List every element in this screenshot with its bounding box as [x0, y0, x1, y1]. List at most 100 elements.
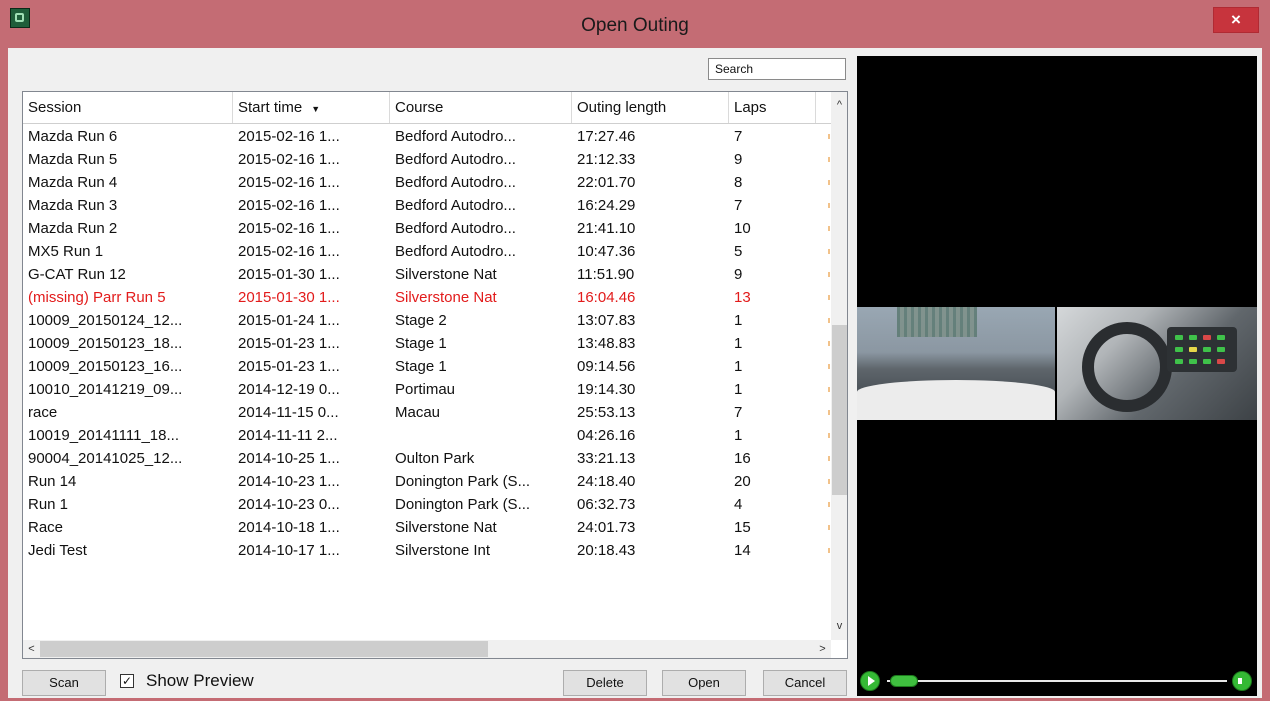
delete-button[interactable]: Delete: [563, 670, 647, 696]
table-row[interactable]: Mazda Run 5 2015-02-16 1... Bedford Autodr…: [23, 148, 831, 171]
table-row[interactable]: Run 14 2014-10-23 1... Donington Park (S..…: [23, 470, 831, 493]
table-row[interactable]: 10009_20150123_18... 2015-01-23 1... Stage…: [23, 332, 831, 355]
cell-course: Bedford Autodro...: [395, 243, 516, 260]
cell-session: Race: [28, 519, 64, 536]
table-row[interactable]: MX5 Run 1 2015-02-16 1... Bedford Autodro.…: [23, 240, 831, 263]
truncated-column-marker: [828, 272, 830, 277]
seek-track[interactable]: [887, 680, 1227, 682]
scroll-left-icon[interactable]: <: [23, 640, 40, 658]
volume-icon[interactable]: [1232, 671, 1252, 691]
scan-button[interactable]: Scan: [22, 670, 106, 696]
cell-outing-length: 16:24.29: [577, 197, 636, 214]
horizontal-scroll-thumb[interactable]: [40, 641, 488, 657]
truncated-column-marker: [828, 387, 830, 392]
table-row[interactable]: 10009_20150123_16... 2015-01-23 1... Stage…: [23, 355, 831, 378]
cell-outing-length: 04:26.16: [577, 427, 636, 444]
column-header-session[interactable]: Session: [23, 92, 233, 123]
cockpit-camera-frame: [1057, 307, 1257, 420]
seek-handle[interactable]: [890, 675, 918, 687]
scroll-right-icon[interactable]: >: [814, 640, 831, 658]
scroll-up-icon[interactable]: ^: [831, 97, 847, 114]
column-header-course[interactable]: Course: [390, 92, 572, 123]
truncated-column-marker: [828, 157, 830, 162]
cell-course: Portimau: [395, 381, 456, 398]
cell-session: 90004_20141025_12...: [28, 450, 183, 467]
cell-start-time: 2015-02-16 1...: [238, 197, 340, 214]
cell-session: G-CAT Run 12: [28, 266, 126, 283]
grandstand: [897, 307, 977, 337]
cancel-button[interactable]: Cancel: [763, 670, 847, 696]
cell-laps: 9: [734, 151, 743, 168]
cell-start-time: 2015-02-16 1...: [238, 243, 340, 260]
cell-laps: 1: [734, 427, 743, 444]
open-button[interactable]: Open: [662, 670, 746, 696]
table-header: Session Start time ▼ Course Outing length…: [23, 92, 831, 124]
table-row[interactable]: Race 2014-10-18 1... Silverstone Nat 24:01.…: [23, 516, 831, 539]
table-row[interactable]: G-CAT Run 12 2015-01-30 1... Silverstone N…: [23, 263, 831, 286]
cell-outing-length: 20:18.43: [577, 542, 636, 559]
cell-outing-length: 10:47.36: [577, 243, 636, 260]
table-row[interactable]: 90004_20141025_12... 2014-10-25 1... Oulto…: [23, 447, 831, 470]
cell-laps: 14: [734, 542, 751, 559]
truncated-column-marker: [828, 203, 830, 208]
horizontal-scrollbar[interactable]: < >: [23, 640, 831, 658]
cell-start-time: 2014-10-18 1...: [238, 519, 340, 536]
table-row[interactable]: Mazda Run 6 2015-02-16 1... Bedford Autodr…: [23, 125, 831, 148]
column-header-laps[interactable]: Laps: [729, 92, 816, 123]
table-row[interactable]: 10019_20141111_18... 2014-11-11 2... 04:26…: [23, 424, 831, 447]
cell-start-time: 2014-10-23 0...: [238, 496, 340, 513]
cell-laps: 4: [734, 496, 743, 513]
table-row[interactable]: (missing) Parr Run 5 2015-01-30 1... Silve…: [23, 286, 831, 309]
scroll-down-icon[interactable]: v: [831, 618, 847, 635]
cell-laps: 13: [734, 289, 751, 306]
table-row[interactable]: Run 1 2014-10-23 0... Donington Park (S...…: [23, 493, 831, 516]
cell-start-time: 2015-02-16 1...: [238, 128, 340, 145]
cell-outing-length: 11:51.90: [577, 266, 635, 283]
cell-course: Donington Park (S...: [395, 473, 531, 490]
cell-outing-length: 13:07.83: [577, 312, 636, 329]
cell-session: 10009_20150124_12...: [28, 312, 183, 329]
table-row[interactable]: Jedi Test 2014-10-17 1... Silverstone Int 2…: [23, 539, 831, 562]
cell-laps: 10: [734, 220, 751, 237]
table-row[interactable]: Mazda Run 4 2015-02-16 1... Bedford Autodr…: [23, 171, 831, 194]
cell-session: Mazda Run 2: [28, 220, 118, 237]
cell-session: 10009_20150123_16...: [28, 358, 183, 375]
table-row[interactable]: 10010_20141219_09... 2014-12-19 0... Porti…: [23, 378, 831, 401]
cell-session: Jedi Test: [28, 542, 87, 559]
cell-course: Oulton Park: [395, 450, 475, 467]
cell-session: Mazda Run 5: [28, 151, 118, 168]
cell-laps: 7: [734, 128, 743, 145]
column-header-label: Start time: [238, 99, 303, 116]
cell-course: Silverstone Nat: [395, 289, 497, 306]
cell-start-time: 2015-01-30 1...: [238, 266, 340, 283]
cell-session: 10019_20141111_18...: [28, 427, 179, 444]
table-row[interactable]: 10009_20150124_12... 2015-01-24 1... Stage…: [23, 309, 831, 332]
search-input[interactable]: [708, 58, 846, 80]
truncated-column-marker: [828, 410, 830, 415]
cell-session: Mazda Run 6: [28, 128, 118, 145]
cell-course: Bedford Autodro...: [395, 128, 516, 145]
title-bar: Open Outing ×: [0, 0, 1270, 48]
window-title: Open Outing: [581, 15, 689, 36]
cell-laps: 16: [734, 450, 751, 467]
column-header-start-time[interactable]: Start time ▼: [233, 92, 390, 123]
column-header-label: Laps: [734, 99, 767, 116]
table-row[interactable]: Mazda Run 2 2015-02-16 1... Bedford Autodr…: [23, 217, 831, 240]
table-row[interactable]: race 2014-11-15 0... Macau 25:53.13 7: [23, 401, 831, 424]
cell-laps: 1: [734, 358, 743, 375]
truncated-column-marker: [828, 318, 830, 323]
vertical-scroll-thumb[interactable]: [832, 325, 847, 495]
show-preview-checkbox[interactable]: ✓: [120, 674, 134, 688]
cell-outing-length: 33:21.13: [577, 450, 636, 467]
cell-course: Stage 1: [395, 335, 447, 352]
play-icon[interactable]: [860, 671, 880, 691]
cell-course: Stage 1: [395, 358, 447, 375]
column-header-outing-length[interactable]: Outing length: [572, 92, 729, 123]
cell-start-time: 2014-11-15 0...: [238, 404, 339, 421]
close-button[interactable]: ×: [1213, 7, 1259, 33]
cell-start-time: 2015-02-16 1...: [238, 151, 340, 168]
cell-laps: 8: [734, 174, 743, 191]
table-row[interactable]: Mazda Run 3 2015-02-16 1... Bedford Autodr…: [23, 194, 831, 217]
cell-outing-length: 24:01.73: [577, 519, 636, 536]
vertical-scrollbar[interactable]: ^ v: [831, 92, 847, 640]
